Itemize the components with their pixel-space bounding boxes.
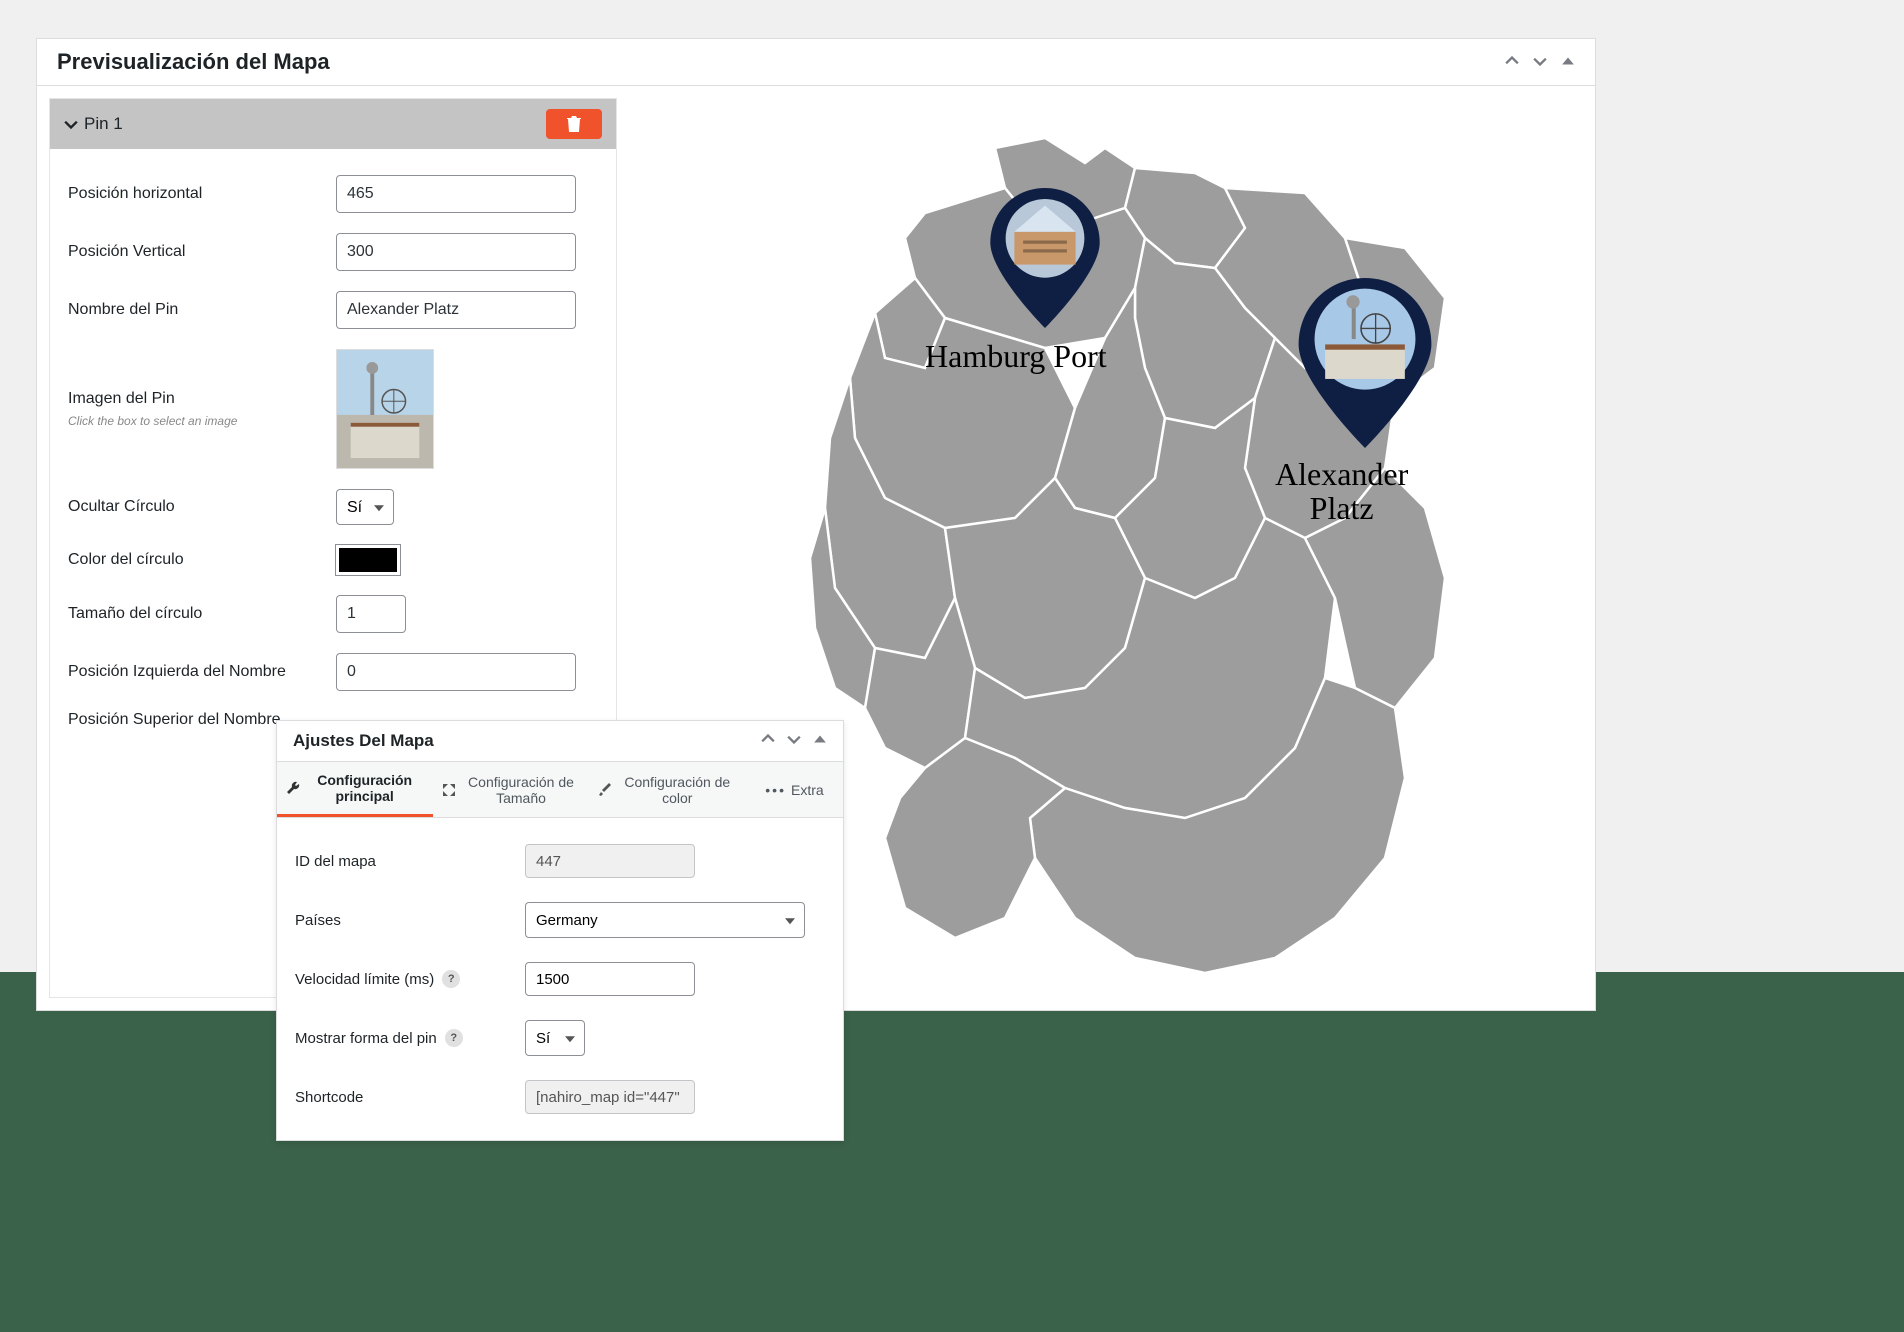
panel-move-down-icon[interactable]	[1533, 52, 1547, 73]
field-row-hide-circle: Ocultar Círculo Sí	[68, 479, 600, 535]
field-row-circle-size: Tamaño del círculo	[68, 585, 600, 643]
field-label: Ocultar Círculo	[68, 498, 336, 516]
settings-label: Países	[295, 912, 525, 929]
germany-map	[745, 118, 1465, 998]
panel-move-up-icon[interactable]	[1505, 52, 1519, 73]
wrench-icon	[286, 781, 300, 795]
countries-select[interactable]: Germany	[525, 902, 805, 938]
hide-circle-select[interactable]: Sí	[336, 489, 394, 525]
show-pin-shape-select[interactable]: Sí	[525, 1020, 585, 1056]
pin-fields: Posición horizontal Posición Vertical No…	[50, 149, 616, 755]
settings-label: ID del mapa	[295, 853, 525, 870]
map-pin-label-hamburg: Hamburg Port	[925, 338, 1107, 375]
settings-header: Ajustes Del Mapa	[277, 721, 843, 762]
panel-header-actions	[1505, 52, 1575, 73]
settings-title: Ajustes Del Mapa	[293, 731, 434, 751]
field-label: Color del círculo	[68, 551, 336, 569]
circle-color-picker[interactable]	[336, 545, 400, 575]
settings-move-down-icon[interactable]	[787, 731, 801, 751]
settings-row-speed: Velocidad límite (ms) ?	[295, 950, 825, 1008]
pin-toggle[interactable]: Pin 1	[64, 114, 123, 134]
resize-icon	[442, 783, 456, 797]
dots-icon: •••	[765, 782, 786, 798]
brush-icon	[598, 783, 612, 797]
field-row-circle-color: Color del círculo	[68, 535, 600, 585]
field-label: Posición Vertical	[68, 243, 336, 261]
pos-h-input[interactable]	[336, 175, 576, 213]
settings-body: ID del mapa Países Germany Velocidad lím…	[277, 818, 843, 1140]
field-row-pos-h: Posición horizontal	[68, 165, 600, 223]
field-row-pin-image: Imagen del Pin Click the box to select a…	[68, 339, 600, 479]
field-label: Posición horizontal	[68, 185, 336, 203]
settings-move-up-icon[interactable]	[761, 731, 775, 751]
field-row-pin-name: Nombre del Pin	[68, 281, 600, 339]
field-label: Nombre del Pin	[68, 301, 336, 319]
field-label: Posición Izquierda del Nombre	[68, 663, 336, 681]
settings-header-actions	[761, 731, 827, 751]
trash-icon	[566, 115, 582, 133]
pin-image-thumbnail	[337, 354, 433, 469]
panel-collapse-icon[interactable]	[1561, 52, 1575, 73]
shortcode-input[interactable]	[525, 1080, 695, 1114]
settings-label: Velocidad límite (ms) ?	[295, 970, 525, 988]
settings-row-show-shape: Mostrar forma del pin ? Sí	[295, 1008, 825, 1068]
pin-image-picker[interactable]	[336, 349, 434, 469]
help-icon[interactable]: ?	[445, 1029, 463, 1047]
settings-label: Shortcode	[295, 1089, 525, 1106]
pin-accordion-header[interactable]: Pin 1	[50, 99, 616, 149]
tab-color-config[interactable]: Configuración de color	[590, 762, 746, 817]
speed-limit-input[interactable]	[525, 962, 695, 996]
field-label: Tamaño del círculo	[68, 605, 336, 623]
tab-main-config[interactable]: Configuración principal	[277, 762, 433, 817]
map-id-input	[525, 844, 695, 878]
pin-name-input[interactable]	[336, 291, 576, 329]
map-pin-alexander[interactable]	[1295, 278, 1435, 453]
field-row-name-left: Posición Izquierda del Nombre	[68, 643, 600, 701]
settings-row-shortcode: Shortcode	[295, 1068, 825, 1126]
pos-v-input[interactable]	[336, 233, 576, 271]
panel-header: Previsualización del Mapa	[37, 39, 1595, 86]
settings-tabs: Configuración principal Configuración de…	[277, 762, 843, 818]
map-pin-hamburg[interactable]	[990, 188, 1100, 333]
name-left-input[interactable]	[336, 653, 576, 691]
field-label: Imagen del Pin Click the box to select a…	[68, 390, 336, 428]
delete-pin-button[interactable]	[546, 109, 602, 139]
pin-header-label: Pin 1	[84, 114, 123, 134]
settings-collapse-icon[interactable]	[813, 731, 827, 751]
settings-label: Mostrar forma del pin ?	[295, 1029, 525, 1047]
field-row-pos-v: Posición Vertical	[68, 223, 600, 281]
tab-extra[interactable]: ••• Extra	[746, 762, 843, 817]
chevron-down-icon	[64, 117, 78, 131]
map-container[interactable]: Hamburg Port Alexander Platz	[745, 118, 1465, 998]
map-settings-panel: Ajustes Del Mapa Configuración principal…	[276, 720, 844, 1141]
circle-size-input[interactable]	[336, 595, 406, 633]
settings-row-id: ID del mapa	[295, 832, 825, 890]
tab-size-config[interactable]: Configuración de Tamaño	[433, 762, 589, 817]
panel-title: Previsualización del Mapa	[57, 49, 330, 75]
settings-row-countries: Países Germany	[295, 890, 825, 950]
help-icon[interactable]: ?	[442, 970, 460, 988]
map-pin-label-alexander: Alexander Platz	[1275, 458, 1408, 525]
field-hint: Click the box to select an image	[68, 414, 336, 428]
